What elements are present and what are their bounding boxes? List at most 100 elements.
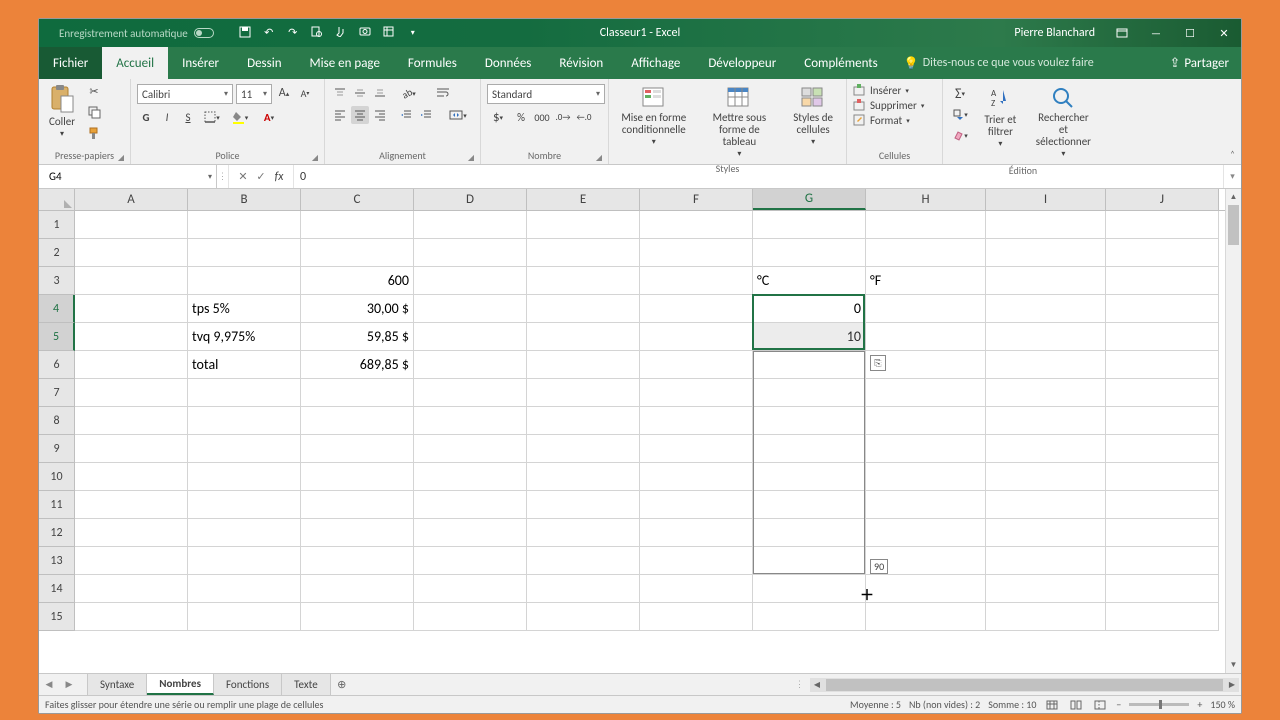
tab-revision[interactable]: Révision	[545, 47, 617, 79]
align-middle-icon[interactable]	[351, 84, 369, 102]
cell-E13[interactable]	[527, 547, 640, 575]
cut-icon[interactable]: ✂	[85, 82, 103, 100]
redo-icon[interactable]: ↷	[286, 26, 300, 40]
cell-J3[interactable]	[1106, 267, 1219, 295]
cell-F4[interactable]	[640, 295, 753, 323]
cell-G7[interactable]	[753, 379, 866, 407]
fill-down-icon[interactable]: ▾	[949, 105, 971, 123]
cell-D14[interactable]	[414, 575, 527, 603]
cell-H4[interactable]	[866, 295, 986, 323]
copy-icon[interactable]	[85, 103, 103, 121]
cell-G9[interactable]	[753, 435, 866, 463]
cell-I4[interactable]	[986, 295, 1106, 323]
zoom-level[interactable]: 150 %	[1210, 698, 1235, 711]
cell-F6[interactable]	[640, 351, 753, 379]
normal-view-icon[interactable]	[1044, 698, 1060, 712]
fill-color-icon[interactable]: ▾	[227, 108, 253, 126]
cell-C4[interactable]: 30,00 $	[301, 295, 414, 323]
cell-D11[interactable]	[414, 491, 527, 519]
cell-J14[interactable]	[1106, 575, 1219, 603]
cell-G6[interactable]	[753, 351, 866, 379]
number-format-combo[interactable]: Standard▾	[487, 84, 605, 104]
cell-E11[interactable]	[527, 491, 640, 519]
cell-E2[interactable]	[527, 239, 640, 267]
percent-icon[interactable]: %	[512, 108, 530, 126]
cell-B15[interactable]	[188, 603, 301, 631]
row-header-10[interactable]: 10	[39, 463, 75, 491]
row-header-9[interactable]: 9	[39, 435, 75, 463]
ribbon-display-icon[interactable]	[1105, 19, 1139, 47]
enter-formula-icon[interactable]: ✓	[253, 170, 269, 183]
cell-G10[interactable]	[753, 463, 866, 491]
row-header-11[interactable]: 11	[39, 491, 75, 519]
cell-C1[interactable]	[301, 211, 414, 239]
cell-I1[interactable]	[986, 211, 1106, 239]
cell-J11[interactable]	[1106, 491, 1219, 519]
align-top-icon[interactable]	[331, 84, 349, 102]
add-sheet-icon[interactable]: ⊕	[331, 674, 353, 695]
cell-H11[interactable]	[866, 491, 986, 519]
cell-I9[interactable]	[986, 435, 1106, 463]
tell-me-search[interactable]: 💡 Dites-nous ce que vous voulez faire	[904, 47, 1094, 79]
cell-G4[interactable]: 0	[753, 295, 866, 323]
cell-C3[interactable]: 600	[301, 267, 414, 295]
orientation-icon[interactable]: ab▾	[397, 84, 421, 102]
tab-fichier[interactable]: Fichier	[39, 47, 102, 79]
sheet-tab-syntaxe[interactable]: Syntaxe	[87, 674, 147, 695]
cell-E3[interactable]	[527, 267, 640, 295]
minimize-icon[interactable]: —	[1139, 19, 1173, 47]
cell-J8[interactable]	[1106, 407, 1219, 435]
cell-A7[interactable]	[75, 379, 188, 407]
cell-G8[interactable]	[753, 407, 866, 435]
thousands-icon[interactable]: 000	[533, 108, 551, 126]
cell-E10[interactable]	[527, 463, 640, 491]
cell-B5[interactable]: tvq 9,975%	[188, 323, 301, 351]
cell-A4[interactable]	[75, 295, 188, 323]
name-box[interactable]: G4▾	[39, 165, 217, 188]
cell-J12[interactable]	[1106, 519, 1219, 547]
cell-I6[interactable]	[986, 351, 1106, 379]
tab-miseenpage[interactable]: Mise en page	[296, 47, 394, 79]
col-header-A[interactable]: A	[75, 189, 188, 210]
align-bottom-icon[interactable]	[371, 84, 389, 102]
cell-G15[interactable]	[753, 603, 866, 631]
cell-F2[interactable]	[640, 239, 753, 267]
col-header-E[interactable]: E	[527, 189, 640, 210]
horizontal-scrollbar[interactable]: ◀ ▶	[810, 678, 1239, 692]
cell-I11[interactable]	[986, 491, 1106, 519]
cell-B7[interactable]	[188, 379, 301, 407]
cell-H7[interactable]	[866, 379, 986, 407]
format-painter-icon[interactable]	[85, 124, 103, 142]
cell-styles-button[interactable]: Styles de cellules▾	[784, 84, 842, 149]
cell-A12[interactable]	[75, 519, 188, 547]
cell-F15[interactable]	[640, 603, 753, 631]
align-center-icon[interactable]	[351, 106, 369, 124]
decrease-decimal-icon[interactable]: ←.0	[575, 108, 593, 126]
cell-F12[interactable]	[640, 519, 753, 547]
cell-D5[interactable]	[414, 323, 527, 351]
cell-F10[interactable]	[640, 463, 753, 491]
zoom-in-icon[interactable]: +	[1197, 698, 1202, 711]
cell-D9[interactable]	[414, 435, 527, 463]
format-as-table-button[interactable]: Mettre sous forme de tableau▾	[699, 84, 781, 161]
cell-E5[interactable]	[527, 323, 640, 351]
scroll-right-icon[interactable]: ▶	[1225, 678, 1239, 692]
cell-E14[interactable]	[527, 575, 640, 603]
cell-I7[interactable]	[986, 379, 1106, 407]
insert-function-icon[interactable]: fx	[271, 170, 287, 184]
pivot-icon[interactable]	[382, 26, 396, 40]
sheet-tab-nombres[interactable]: Nombres	[147, 674, 214, 695]
cell-C9[interactable]	[301, 435, 414, 463]
col-header-I[interactable]: I	[986, 189, 1106, 210]
tab-donnees[interactable]: Données	[471, 47, 546, 79]
cell-H8[interactable]	[866, 407, 986, 435]
cell-D1[interactable]	[414, 211, 527, 239]
cell-B13[interactable]	[188, 547, 301, 575]
cell-J4[interactable]	[1106, 295, 1219, 323]
cell-B12[interactable]	[188, 519, 301, 547]
cell-C10[interactable]	[301, 463, 414, 491]
cell-I2[interactable]	[986, 239, 1106, 267]
align-right-icon[interactable]	[371, 106, 389, 124]
cell-G14[interactable]	[753, 575, 866, 603]
cell-H15[interactable]	[866, 603, 986, 631]
